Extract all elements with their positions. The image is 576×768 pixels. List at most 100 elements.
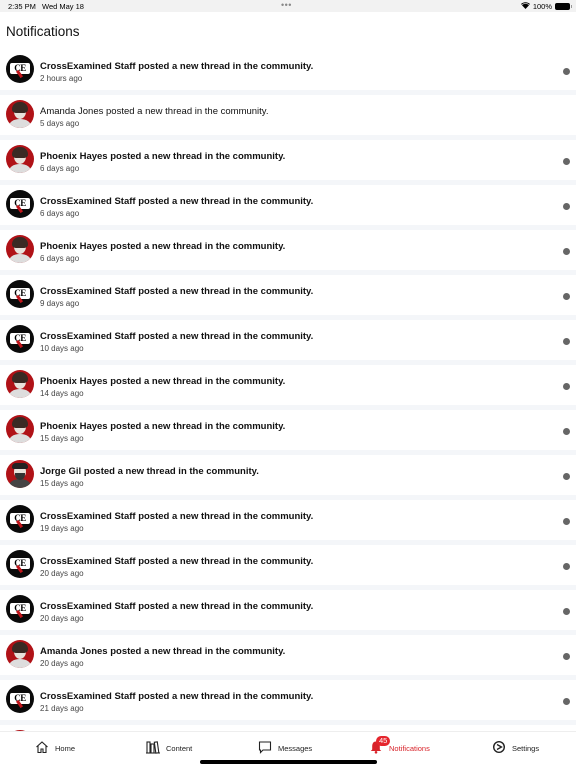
avatar-body bbox=[9, 254, 31, 263]
bell-icon: 45 bbox=[369, 736, 391, 756]
ce-logo-avatar: CE bbox=[6, 325, 34, 353]
ce-logo-avatar: CE bbox=[6, 280, 34, 308]
notification-row[interactable]: Phoenix Hayes posted a new thread in the… bbox=[0, 140, 576, 180]
notification-time: 20 days ago bbox=[40, 569, 84, 578]
avatar-body bbox=[9, 164, 31, 173]
unread-dot-icon bbox=[563, 158, 570, 165]
home-icon bbox=[35, 740, 49, 756]
tab-home-label: Home bbox=[55, 743, 76, 753]
avatar-hair bbox=[12, 102, 28, 113]
avatar-body bbox=[9, 479, 31, 488]
home-indicator[interactable] bbox=[200, 760, 377, 764]
notification-text: CrossExamined Staff posted a new thread … bbox=[40, 511, 314, 522]
multitasking-dots-icon[interactable]: ••• bbox=[281, 0, 292, 10]
unread-dot-icon bbox=[563, 338, 570, 345]
ce-logo-avatar: CE bbox=[6, 550, 34, 578]
notification-row[interactable]: CE CrossExamined Staff posted a new threa… bbox=[0, 185, 576, 225]
tab-notifications[interactable]: 45 Notifications bbox=[369, 736, 430, 756]
notification-time: 9 days ago bbox=[40, 299, 80, 308]
status-date: Wed May 18 bbox=[42, 2, 84, 11]
gear-icon bbox=[492, 740, 506, 756]
notification-text: Phoenix Hayes posted a new thread in the… bbox=[40, 421, 286, 432]
notification-text: Amanda Jones posted a new thread in the … bbox=[40, 646, 286, 657]
notification-text: CrossExamined Staff posted a new thread … bbox=[40, 331, 314, 342]
status-bar: 2:35 PM Wed May 18 ••• 100% bbox=[0, 0, 576, 12]
notification-row[interactable]: CE CrossExamined Staff posted a new threa… bbox=[0, 50, 576, 90]
ce-logo-avatar: CE bbox=[6, 685, 34, 713]
notification-time: 6 days ago bbox=[40, 164, 80, 173]
notification-time: 20 days ago bbox=[40, 659, 84, 668]
avatar-hair bbox=[12, 463, 28, 469]
notification-time: 15 days ago bbox=[40, 434, 84, 443]
notification-row[interactable]: Amanda Jones posted a new thread in the … bbox=[0, 95, 576, 135]
notification-row[interactable]: Amanda Jones posted a new thread in the … bbox=[0, 635, 576, 675]
unread-dot-icon bbox=[563, 698, 570, 705]
notification-text: CrossExamined Staff posted a new thread … bbox=[40, 556, 314, 567]
ce-logo-avatar: CE bbox=[6, 55, 34, 83]
unread-dot-icon bbox=[563, 203, 570, 210]
user-avatar bbox=[6, 235, 34, 263]
header: Notifications bbox=[0, 12, 576, 50]
notification-text: Phoenix Hayes posted a new thread in the… bbox=[40, 241, 286, 252]
user-avatar bbox=[6, 415, 34, 443]
notification-time: 10 days ago bbox=[40, 344, 84, 353]
notification-text: Jorge Gil posted a new thread in the com… bbox=[40, 466, 259, 477]
user-avatar bbox=[6, 460, 34, 488]
notification-row[interactable]: CE CrossExamined Staff posted a new threa… bbox=[0, 320, 576, 360]
notification-time: 19 days ago bbox=[40, 524, 84, 533]
avatar-body bbox=[9, 659, 31, 668]
notification-text: CrossExamined Staff posted a new thread … bbox=[40, 601, 314, 612]
battery-icon bbox=[555, 3, 572, 10]
notification-time: 6 days ago bbox=[40, 209, 80, 218]
notification-text: CrossExamined Staff posted a new thread … bbox=[40, 286, 314, 297]
unread-dot-icon bbox=[563, 473, 570, 480]
tab-content-label: Content bbox=[166, 743, 193, 753]
tab-settings[interactable]: Settings bbox=[492, 740, 539, 756]
notification-row[interactable]: CE CrossExamined Staff posted a new threa… bbox=[0, 680, 576, 720]
unread-dot-icon bbox=[563, 68, 570, 75]
notification-row[interactable]: Phoenix Hayes posted a new thread in the… bbox=[0, 365, 576, 405]
page-title: Notifications bbox=[6, 24, 80, 39]
user-avatar bbox=[6, 640, 34, 668]
battery-percent: 100% bbox=[532, 2, 552, 11]
notification-time: 5 days ago bbox=[40, 119, 80, 128]
avatar-body bbox=[9, 434, 31, 443]
notification-time: 6 days ago bbox=[40, 254, 80, 263]
ce-logo-avatar: CE bbox=[6, 595, 34, 623]
unread-dot-icon bbox=[563, 428, 570, 435]
notification-list[interactable]: CE CrossExamined Staff posted a new threa… bbox=[0, 50, 576, 731]
notification-badge: 45 bbox=[376, 736, 391, 746]
notification-text: Amanda Jones posted a new thread in the … bbox=[40, 106, 269, 117]
unread-dot-icon bbox=[563, 293, 570, 300]
tab-messages[interactable]: Messages bbox=[258, 740, 312, 756]
books-icon bbox=[146, 740, 160, 756]
avatar-hair bbox=[12, 147, 28, 158]
user-avatar bbox=[6, 370, 34, 398]
status-time: 2:35 PM bbox=[8, 2, 36, 11]
tab-home[interactable]: Home bbox=[35, 740, 75, 756]
notification-text: Phoenix Hayes posted a new thread in the… bbox=[40, 151, 286, 162]
avatar-hair bbox=[12, 642, 28, 653]
notification-row[interactable]: CE CrossExamined Staff posted a new threa… bbox=[0, 545, 576, 585]
tab-content[interactable]: Content bbox=[146, 740, 192, 756]
notification-row[interactable]: CE CrossExamined Staff posted a new threa… bbox=[0, 275, 576, 315]
avatar-hair bbox=[12, 417, 28, 428]
notification-text: CrossExamined Staff posted a new thread … bbox=[40, 691, 314, 702]
notification-row[interactable]: CE CrossExamined Staff posted a new threa… bbox=[0, 500, 576, 540]
notification-row[interactable]: CE CrossExamined Staff posted a new threa… bbox=[0, 590, 576, 630]
notification-time: 21 days ago bbox=[40, 704, 84, 713]
notification-text: CrossExamined Staff posted a new thread … bbox=[40, 196, 314, 207]
notification-row[interactable]: Jorge Gil posted a new thread in the com… bbox=[0, 455, 576, 495]
ce-logo-avatar: CE bbox=[6, 190, 34, 218]
notification-text: CrossExamined Staff posted a new thread … bbox=[40, 61, 314, 72]
tab-notifications-label: Notifications bbox=[389, 743, 430, 753]
tab-messages-label: Messages bbox=[278, 743, 313, 753]
unread-dot-icon bbox=[563, 653, 570, 660]
user-avatar bbox=[6, 145, 34, 173]
unread-dot-icon bbox=[563, 563, 570, 570]
notification-row[interactable]: Phoenix Hayes posted a new thread in the… bbox=[0, 230, 576, 270]
notification-row[interactable]: Phoenix Hayes posted a new thread in the… bbox=[0, 410, 576, 450]
ce-logo-avatar: CE bbox=[6, 505, 34, 533]
chat-bubble-icon bbox=[258, 740, 272, 756]
notification-time: 2 hours ago bbox=[40, 74, 83, 83]
